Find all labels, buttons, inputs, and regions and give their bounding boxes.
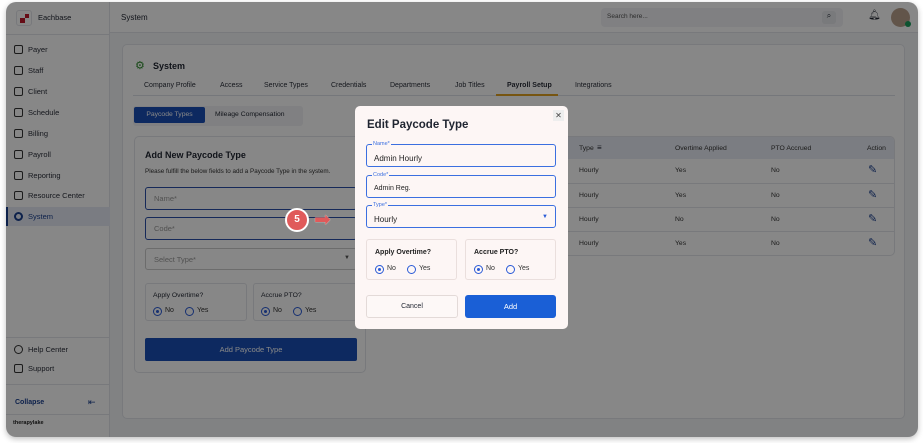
modal-overtime-no-radio[interactable] (375, 265, 384, 274)
modal-pto-no-radio[interactable] (474, 265, 483, 274)
modal-pto-yes-radio[interactable] (506, 265, 515, 274)
close-icon[interactable]: ✕ (553, 110, 564, 121)
edit-paycode-modal: Edit Paycode Type ✕ Name* Admin Hourly Co… (355, 106, 568, 329)
cancel-button[interactable]: Cancel (366, 295, 458, 318)
step-badge: 5 (285, 208, 309, 232)
modal-code-field[interactable]: Code* Admin Reg. (366, 172, 556, 198)
arrow-right-icon: ➡ (314, 209, 331, 231)
modal-type-select[interactable]: Type* Hourly ▼ (366, 202, 556, 228)
modal-overtime-group: Apply Overtime? No Yes (366, 239, 457, 280)
modal-title: Edit Paycode Type (367, 119, 469, 131)
modal-name-field[interactable]: Name* Admin Hourly (366, 141, 556, 167)
chevron-down-icon: ▼ (542, 214, 548, 220)
modal-pto-group: Accrue PTO? No Yes (465, 239, 556, 280)
add-button[interactable]: Add (465, 295, 556, 318)
modal-overtime-yes-radio[interactable] (407, 265, 416, 274)
